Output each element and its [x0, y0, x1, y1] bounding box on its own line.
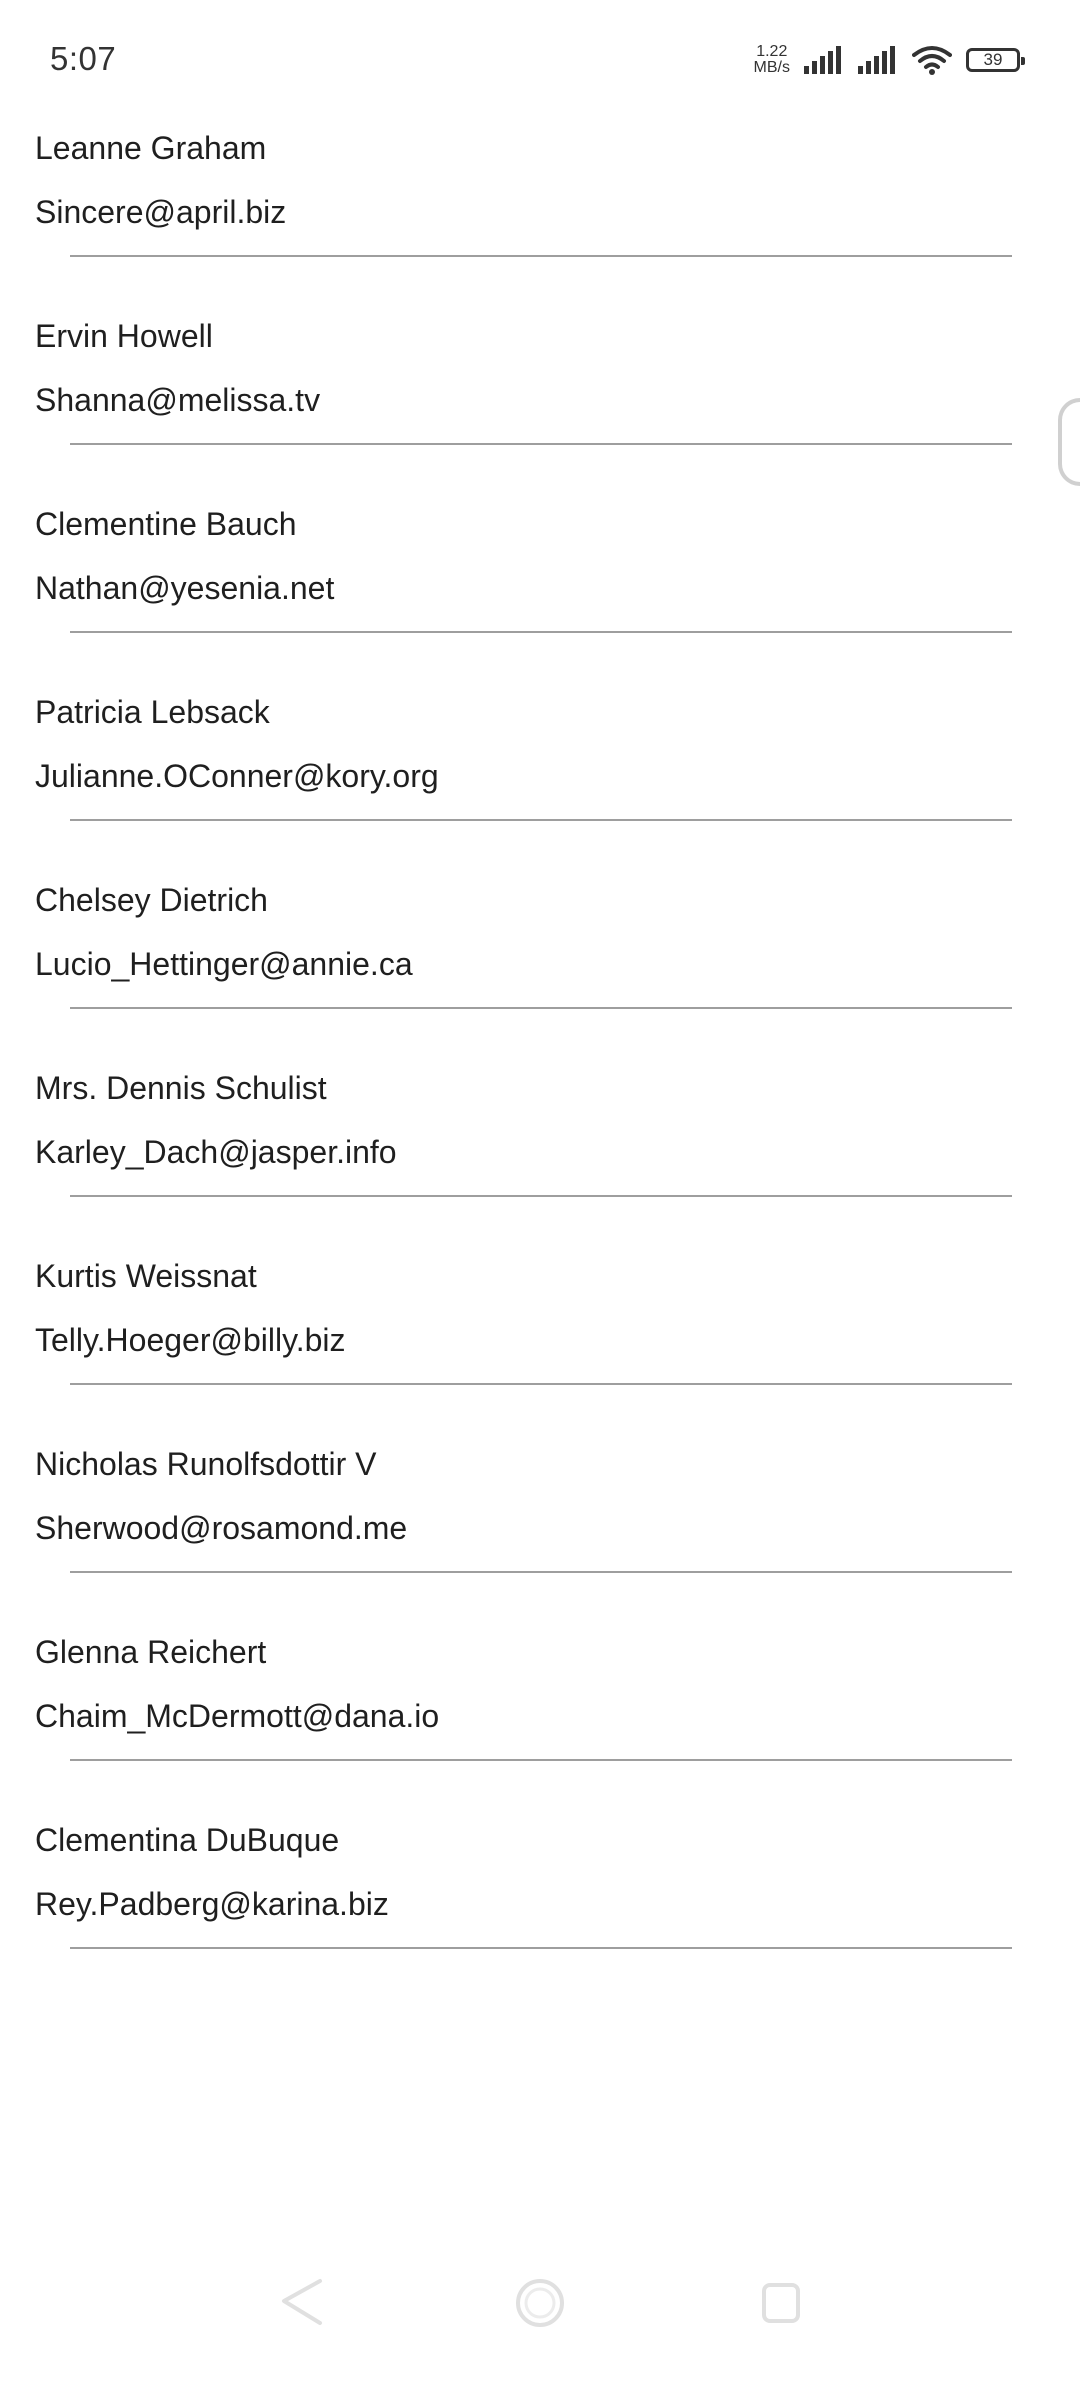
- divider: [70, 631, 1012, 633]
- battery-icon: 39: [966, 48, 1025, 72]
- user-name: Glenna Reichert: [35, 1634, 267, 1670]
- user-email: Karley_Dach@jasper.info: [35, 1134, 397, 1170]
- user-email: Rey.Padberg@karina.biz: [35, 1886, 389, 1922]
- network-speed-value: 1.22: [756, 43, 788, 60]
- user-name: Leanne Graham: [35, 130, 267, 166]
- user-email: Sincere@april.biz: [35, 194, 287, 230]
- user-name: Kurtis Weissnat: [35, 1258, 257, 1294]
- user-email: Telly.Hoeger@billy.biz: [35, 1322, 346, 1358]
- divider: [70, 1947, 1012, 1949]
- signal-icon-secondary: [858, 46, 898, 74]
- divider: [70, 255, 1012, 257]
- divider: [70, 1195, 1012, 1197]
- divider: [70, 1383, 1012, 1385]
- list-item[interactable]: Patricia Lebsack Julianne.OConner@kory.o…: [0, 682, 1080, 870]
- divider: [70, 819, 1012, 821]
- network-speed-unit: MB/s: [753, 59, 790, 76]
- list-item[interactable]: Clementina DuBuque Rey.Padberg@karina.bi…: [0, 1810, 1080, 1998]
- user-email: Lucio_Hettinger@annie.ca: [35, 946, 413, 982]
- wifi-icon: [912, 45, 952, 75]
- list-item[interactable]: Glenna Reichert Chaim_McDermott@dana.io: [0, 1622, 1080, 1810]
- list-item[interactable]: Ervin Howell Shanna@melissa.tv: [0, 306, 1080, 494]
- divider: [70, 443, 1012, 445]
- status-icons: 1.22 MB/s 39: [754, 40, 1025, 80]
- navigation-bar: [0, 2260, 1080, 2400]
- list-item[interactable]: Chelsey Dietrich Lucio_Hettinger@annie.c…: [0, 870, 1080, 1058]
- user-name: Clementina DuBuque: [35, 1822, 340, 1858]
- list-item[interactable]: Mrs. Dennis Schulist Karley_Dach@jasper.…: [0, 1058, 1080, 1246]
- home-button[interactable]: [495, 2260, 585, 2350]
- screen: 5:07 1.22 MB/s 39 Leanne Graham Sincere@…: [0, 0, 1080, 2400]
- list-item[interactable]: Kurtis Weissnat Telly.Hoeger@billy.biz: [0, 1246, 1080, 1434]
- user-name: Mrs. Dennis Schulist: [35, 1070, 327, 1106]
- divider: [70, 1759, 1012, 1761]
- user-name: Patricia Lebsack: [35, 694, 270, 730]
- user-email: Sherwood@rosamond.me: [35, 1510, 408, 1546]
- list-item[interactable]: Leanne Graham Sincere@april.biz: [0, 118, 1080, 306]
- recents-button[interactable]: [735, 2260, 825, 2350]
- user-list: Leanne Graham Sincere@april.biz Ervin Ho…: [0, 118, 1080, 1998]
- list-item[interactable]: Clementine Bauch Nathan@yesenia.net: [0, 494, 1080, 682]
- list-item[interactable]: Nicholas Runolfsdottir V Sherwood@rosamo…: [0, 1434, 1080, 1622]
- user-email: Shanna@melissa.tv: [35, 382, 321, 418]
- divider: [70, 1007, 1012, 1009]
- user-name: Chelsey Dietrich: [35, 882, 268, 918]
- signal-icon: [804, 46, 844, 74]
- divider: [70, 1571, 1012, 1573]
- battery-level: 39: [983, 50, 1003, 69]
- recents-icon: [750, 2273, 810, 2338]
- status-time: 5:07: [50, 40, 117, 77]
- home-icon: [510, 2273, 570, 2338]
- user-name: Ervin Howell: [35, 318, 213, 354]
- network-speed: 1.22 MB/s: [754, 44, 790, 76]
- status-bar: 5:07 1.22 MB/s 39: [0, 0, 1080, 120]
- user-email: Julianne.OConner@kory.org: [35, 758, 439, 794]
- user-email: Nathan@yesenia.net: [35, 570, 335, 606]
- back-icon: [270, 2273, 330, 2338]
- user-name: Clementine Bauch: [35, 506, 297, 542]
- user-name: Nicholas Runolfsdottir V: [35, 1446, 377, 1482]
- back-button[interactable]: [255, 2260, 345, 2350]
- user-email: Chaim_McDermott@dana.io: [35, 1698, 440, 1734]
